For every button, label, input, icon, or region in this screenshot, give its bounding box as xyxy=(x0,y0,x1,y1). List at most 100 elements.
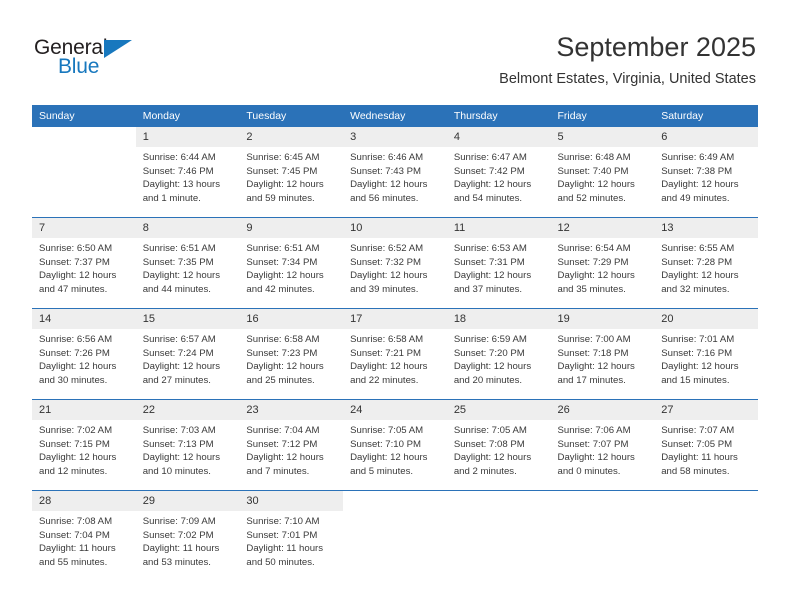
day-cell-2[interactable]: 2 Sunrise: 6:45 AM Sunset: 7:45 PM Daylight… xyxy=(239,127,344,217)
day-cell-18[interactable]: 18 Sunrise: 6:59 AM Sunset: 7:20 PM Dayligh… xyxy=(446,309,551,399)
day-cell-19[interactable]: 19 Sunrise: 7:00 AM Sunset: 7:18 PM Dayligh… xyxy=(550,309,655,399)
calendar-day-cell: 6 Sunrise: 6:49 AM Sunset: 7:38 PM Daylight… xyxy=(654,127,758,218)
sunrise-text: Sunrise: 6:45 AM xyxy=(246,152,320,163)
day-details: Sunrise: 7:07 AM Sunset: 7:05 PM Daylight:… xyxy=(654,420,758,478)
calendar-day-cell xyxy=(550,490,655,581)
daylight-text-line2: and 37 minutes. xyxy=(453,283,523,295)
day-number xyxy=(551,491,655,511)
day-cell-17[interactable]: 17 Sunrise: 6:58 AM Sunset: 7:21 PM Dayligh… xyxy=(343,309,447,399)
day-cell-11[interactable]: 11 Sunrise: 6:53 AM Sunset: 7:31 PM Dayligh… xyxy=(446,218,551,308)
day-cell-27[interactable]: 27 Sunrise: 7:07 AM Sunset: 7:05 PM Dayligh… xyxy=(654,400,758,490)
day-number: 1 xyxy=(135,127,240,147)
daylight-text-line1: Daylight: 12 hours xyxy=(142,361,221,373)
calendar-day-cell: 18 Sunrise: 6:59 AM Sunset: 7:20 PM Dayligh… xyxy=(446,308,551,400)
daylight-text-line2: and 30 minutes. xyxy=(39,374,108,386)
day-number: 20 xyxy=(654,309,758,329)
day-cell-8[interactable]: 8 Sunrise: 6:51 AM Sunset: 7:35 PM Daylight… xyxy=(135,218,240,308)
daylight-text-line2: and 39 minutes. xyxy=(350,283,419,295)
weekday-header-tuesday: Tuesday xyxy=(239,105,344,127)
daylight-text-line2: and 50 minutes. xyxy=(246,556,315,568)
daylight-text-line1: Daylight: 12 hours xyxy=(39,270,117,282)
logo-text-blue: Blue xyxy=(58,55,100,78)
daylight-text-line2: and 49 minutes. xyxy=(661,192,730,204)
day-cell-25[interactable]: 25 Sunrise: 7:05 AM Sunset: 7:08 PM Dayligh… xyxy=(446,400,551,490)
day-cell-21[interactable]: 21 Sunrise: 7:02 AM Sunset: 7:15 PM Dayligh… xyxy=(32,400,136,490)
day-cell-10[interactable]: 10 Sunrise: 6:52 AM Sunset: 7:32 PM Dayligh… xyxy=(343,218,447,308)
day-cell-16[interactable]: 16 Sunrise: 6:58 AM Sunset: 7:23 PM Dayligh… xyxy=(239,309,344,399)
day-cell-24[interactable]: 24 Sunrise: 7:05 AM Sunset: 7:10 PM Dayligh… xyxy=(343,400,447,490)
daylight-text-line1: Daylight: 12 hours xyxy=(453,270,532,282)
daylight-text-line2: and 22 minutes. xyxy=(350,374,419,386)
calendar-day-cell: 10 Sunrise: 6:52 AM Sunset: 7:32 PM Dayligh… xyxy=(343,217,447,309)
sunset-text: Sunset: 7:08 PM xyxy=(453,438,525,450)
day-cell-12[interactable]: 12 Sunrise: 6:54 AM Sunset: 7:29 PM Dayligh… xyxy=(550,218,655,308)
daylight-text-line2: and 5 minutes. xyxy=(350,465,414,477)
calendar-week-row: 14 Sunrise: 6:56 AM Sunset: 7:26 PM Dayligh… xyxy=(32,308,758,400)
calendar-page: General Blue September 2025 Belmont Esta… xyxy=(0,0,792,612)
empty-day-cell xyxy=(32,127,136,217)
calendar-day-cell xyxy=(654,490,758,581)
day-cell-4[interactable]: 4 Sunrise: 6:47 AM Sunset: 7:42 PM Daylight… xyxy=(446,127,551,217)
sunset-text: Sunset: 7:15 PM xyxy=(39,438,110,450)
day-details: Sunrise: 6:45 AM Sunset: 7:45 PM Daylight:… xyxy=(239,147,343,205)
sunrise-text: Sunrise: 6:56 AM xyxy=(39,334,113,345)
day-cell-22[interactable]: 22 Sunrise: 7:03 AM Sunset: 7:13 PM Dayligh… xyxy=(135,400,240,490)
calendar-week-row: 21 Sunrise: 7:02 AM Sunset: 7:15 PM Dayligh… xyxy=(32,399,758,491)
calendar-day-cell: 13 Sunrise: 6:55 AM Sunset: 7:28 PM Dayligh… xyxy=(654,217,758,309)
day-number: 24 xyxy=(343,400,447,420)
day-number: 23 xyxy=(239,400,344,420)
daylight-text-line1: Daylight: 12 hours xyxy=(453,452,532,464)
weekday-header-monday: Monday xyxy=(135,105,240,127)
daylight-text-line1: Daylight: 12 hours xyxy=(557,361,635,373)
calendar-day-cell: 15 Sunrise: 6:57 AM Sunset: 7:24 PM Dayligh… xyxy=(135,308,240,400)
day-cell-23[interactable]: 23 Sunrise: 7:04 AM Sunset: 7:12 PM Dayligh… xyxy=(239,400,344,490)
daylight-text-line1: Daylight: 12 hours xyxy=(453,361,532,373)
day-cell-13[interactable]: 13 Sunrise: 6:55 AM Sunset: 7:28 PM Dayligh… xyxy=(654,218,758,308)
day-cell-30[interactable]: 30 Sunrise: 7:10 AM Sunset: 7:01 PM Dayligh… xyxy=(239,491,344,581)
day-cell-28[interactable]: 28 Sunrise: 7:08 AM Sunset: 7:04 PM Dayligh… xyxy=(32,491,136,581)
calendar-week-row: 1 Sunrise: 6:44 AM Sunset: 7:46 PM Daylight… xyxy=(32,127,758,218)
daylight-text-line2: and 56 minutes. xyxy=(350,192,419,204)
day-number: 10 xyxy=(343,218,447,238)
daylight-text-line1: Daylight: 12 hours xyxy=(661,270,739,282)
daylight-text-line1: Daylight: 13 hours xyxy=(142,179,221,191)
sunrise-text: Sunrise: 6:58 AM xyxy=(246,334,320,345)
daylight-text-line1: Daylight: 12 hours xyxy=(246,270,324,282)
calendar-day-cell: 8 Sunrise: 6:51 AM Sunset: 7:35 PM Daylight… xyxy=(135,217,240,309)
day-details: Sunrise: 7:00 AM Sunset: 7:18 PM Daylight:… xyxy=(551,329,655,387)
calendar-day-cell: 22 Sunrise: 7:03 AM Sunset: 7:13 PM Dayligh… xyxy=(135,399,240,491)
day-cell-9[interactable]: 9 Sunrise: 6:51 AM Sunset: 7:34 PM Daylight… xyxy=(239,218,344,308)
daylight-text-line1: Daylight: 12 hours xyxy=(350,361,428,373)
sunset-text: Sunset: 7:37 PM xyxy=(39,256,110,268)
calendar-day-cell: 7 Sunrise: 6:50 AM Sunset: 7:37 PM Daylight… xyxy=(32,217,136,309)
day-number: 25 xyxy=(446,400,551,420)
calendar-body: 1 Sunrise: 6:44 AM Sunset: 7:46 PM Daylight… xyxy=(32,127,758,581)
day-cell-1[interactable]: 1 Sunrise: 6:44 AM Sunset: 7:46 PM Daylight… xyxy=(135,127,240,217)
day-cell-26[interactable]: 26 Sunrise: 7:06 AM Sunset: 7:07 PM Dayligh… xyxy=(550,400,655,490)
daylight-text-line2: and 10 minutes. xyxy=(142,465,211,477)
day-cell-29[interactable]: 29 Sunrise: 7:09 AM Sunset: 7:02 PM Dayligh… xyxy=(135,491,240,581)
sunset-text: Sunset: 7:13 PM xyxy=(142,438,214,450)
day-cell-7[interactable]: 7 Sunrise: 6:50 AM Sunset: 7:37 PM Daylight… xyxy=(32,218,136,308)
day-details: Sunrise: 6:44 AM Sunset: 7:46 PM Daylight:… xyxy=(136,147,240,205)
calendar-header-row: Sunday Monday Tuesday Wednesday Thursday… xyxy=(32,105,758,127)
day-number: 12 xyxy=(550,218,655,238)
sunrise-text: Sunrise: 6:48 AM xyxy=(557,152,631,163)
day-cell-15[interactable]: 15 Sunrise: 6:57 AM Sunset: 7:24 PM Dayligh… xyxy=(135,309,240,399)
sunrise-text: Sunrise: 6:47 AM xyxy=(453,152,527,163)
calendar-day-cell: 23 Sunrise: 7:04 AM Sunset: 7:12 PM Dayligh… xyxy=(239,399,344,491)
calendar-day-cell: 28 Sunrise: 7:08 AM Sunset: 7:04 PM Dayligh… xyxy=(32,490,136,581)
day-cell-6[interactable]: 6 Sunrise: 6:49 AM Sunset: 7:38 PM Daylight… xyxy=(654,127,758,217)
day-number xyxy=(447,491,551,511)
sunset-text: Sunset: 7:45 PM xyxy=(246,165,318,177)
day-cell-5[interactable]: 5 Sunrise: 6:48 AM Sunset: 7:40 PM Daylight… xyxy=(550,127,655,217)
day-cell-14[interactable]: 14 Sunrise: 6:56 AM Sunset: 7:26 PM Dayligh… xyxy=(32,309,136,399)
day-details: Sunrise: 6:46 AM Sunset: 7:43 PM Daylight:… xyxy=(343,147,447,205)
day-details: Sunrise: 7:06 AM Sunset: 7:07 PM Daylight:… xyxy=(551,420,655,478)
day-number: 14 xyxy=(32,309,136,329)
day-details: Sunrise: 6:58 AM Sunset: 7:21 PM Daylight:… xyxy=(343,329,447,387)
day-number: 27 xyxy=(654,400,758,420)
day-cell-20[interactable]: 20 Sunrise: 7:01 AM Sunset: 7:16 PM Dayligh… xyxy=(654,309,758,399)
day-details: Sunrise: 7:10 AM Sunset: 7:01 PM Daylight:… xyxy=(239,511,343,569)
day-cell-3[interactable]: 3 Sunrise: 6:46 AM Sunset: 7:43 PM Daylight… xyxy=(343,127,447,217)
